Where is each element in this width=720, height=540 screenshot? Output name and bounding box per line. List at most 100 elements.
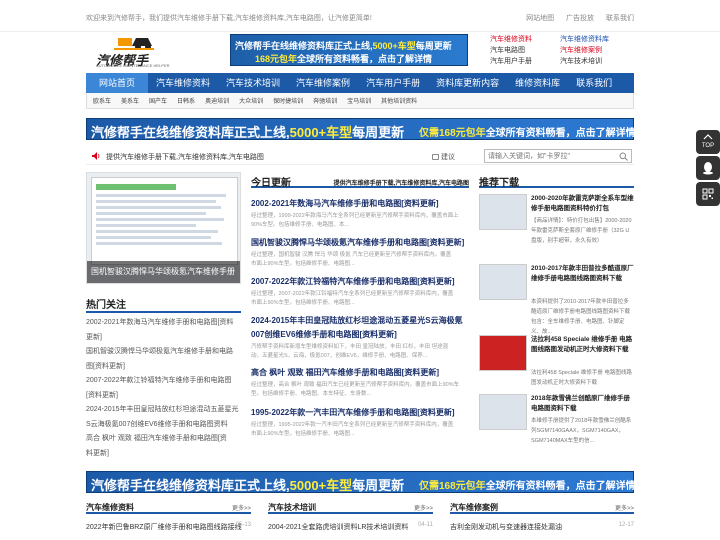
subnav-item[interactable]: 其他培训资料 [381,96,417,105]
article-desc: 经过整理，国机智骏 汉腾 悍马 华颂 极氪 汽车已经更新至汽修帮手资料库内。覆盖… [251,252,452,267]
nav-repair-data[interactable]: 汽车维修资料 [148,73,218,93]
notice-message: 提供汽车维修手册下载,汽车维修资料库,汽车电路图 [106,154,264,161]
bottom-item[interactable]: 吉利金刚发动机与变速器连接处漏油 12-17 [450,522,634,532]
bottom-item[interactable]: 2022年新巴鲁BRZ原厂维修手册和电路图线路接线 05-13 [86,522,251,532]
promo-banner-top[interactable]: 汽修帮手在线维修资料库正式上线,5000+车型每周更新 仅需168元包年全球所有… [86,118,636,140]
quick-link[interactable]: 汽车电路图 [490,45,532,56]
article-item[interactable]: 1995-2022年款一汽丰田汽车维修手册和电路图[资料更新] 经过整理，199… [251,407,469,439]
back-to-top-button[interactable]: TOP [696,130,720,154]
nav-cases[interactable]: 汽车维修案例 [288,73,358,93]
hot-item[interactable]: 2007-2022年款江铃福特汽车维修手册和电路图 [86,374,241,389]
qrcode-button[interactable] [696,182,720,206]
article-item[interactable]: 2024-2015年丰田皇冠陆放红杉坦途混动五菱星光S云海极氪 007创维EV6… [251,315,469,361]
article-title[interactable]: 2024-2015年丰田皇冠陆放红杉坦途混动五菱星光S云海极氪 [251,315,469,326]
sitemap-link[interactable]: 网站地图 [526,15,554,22]
hot-title: 热门关注 [86,300,126,311]
article-title[interactable]: 2007-2022年款江铃福特汽车维修手册和电路图[资料更新] [251,276,469,287]
bottom-col-title: 汽车维修资料 [86,503,134,512]
article-desc: 经过整理，高合 枫叶 观致 福田汽车已经更新至汽修帮手资料库内。覆盖市面上90%… [251,382,460,397]
article-title[interactable]: 高合 枫叶 观致 福田汽车维修手册和电路图[资料更新] [251,367,469,378]
nav-training[interactable]: 汽车技术培训 [218,73,288,93]
quick-link[interactable]: 汽车用户手册 [490,56,532,67]
today-title: 今日更新 [251,178,291,189]
article-item[interactable]: 高合 枫叶 观致 福田汽车维修手册和电路图[资料更新] 经过整理，高合 枫叶 观… [251,367,469,399]
recommend-item[interactable]: 法拉利458 Speciale 维修手册 电路图线路图发动机正时大修资料下载 法… [479,335,634,387]
article-item[interactable]: 2002-2021年数海马汽车维修手册和电路图[资料更新] 经过整理，1999-… [251,198,469,230]
hot-list: 2002-2021年数海马汽车维修手册和电路图[资料 更新] 国机智骏汉腾悍马华… [86,316,241,461]
hot-divider [86,311,241,313]
subnav-item[interactable]: 大众培训 [239,96,263,105]
nav-contact[interactable]: 联系我们 [568,73,620,93]
image-slider[interactable]: 国机智骏汉腾悍马华颂极氪汽车维修手册 [86,172,241,284]
nav-database[interactable]: 维修资料库 [507,73,568,93]
article-title[interactable]: 2002-2021年数海马汽车维修手册和电路图[资料更新] [251,198,469,209]
contact-link[interactable]: 联系我们 [606,15,634,22]
hot-item[interactable]: S云海极氪007创维EV6维修手册和电路图资料 [86,418,241,433]
quick-link[interactable]: 汽车维修资料库 [560,34,609,45]
today-tagline: 提供汽车维修手册下载,汽车维修资料库,汽车电路图 [333,181,469,187]
suggest-link[interactable]: 建议 [432,152,455,162]
article-item[interactable]: 国机智骏汉腾悍马华颂极氪汽车维修手册和电路图[资料更新] 经过整理，国机智骏 汉… [251,237,469,269]
subnav-item[interactable]: 奔驰培训 [313,96,337,105]
hot-item[interactable]: 更新] [86,331,241,346]
article-desc: 经过整理，2007-2022年款江铃福特汽车全系列已经更新至汽修帮手资料库内，覆… [251,291,454,306]
promo-banner-bottom[interactable]: 汽修帮手在线维修资料库正式上线,5000+车型每周更新 仅需168元包年全球所有… [86,471,636,493]
item-date: 05-13 [235,522,251,528]
search-box [484,149,632,163]
subnav-item[interactable]: 奥迪培训 [205,96,229,105]
qq-button[interactable] [696,156,720,180]
nav-updates[interactable]: 资料库更新内容 [428,73,507,93]
more-link[interactable]: 更多>> [414,503,433,512]
nav-manuals[interactable]: 汽车用户手册 [358,73,428,93]
recommend-item[interactable]: 2000-2020年款雷克萨斯全系车型维修手册电路图资料特价打包 【商品详情】：… [479,194,634,260]
quick-links-col1: 汽车维修资料 汽车电路图 汽车用户手册 [490,34,532,67]
search-icon[interactable] [619,152,628,161]
subnav-item[interactable]: 日韩系 [177,96,195,105]
more-link[interactable]: 更多>> [615,503,634,512]
hot-item[interactable]: 2002-2021年数海马汽车维修手册和电路图[资料 [86,316,241,331]
qrcode-icon [702,188,714,200]
logo-car-icon [114,38,154,50]
bottom-item[interactable]: 2004-2021全套路虎培训资料LR技术培训资料 04-11 [268,522,433,532]
recommend-item-desc: 【商品详情】：特价打包出售】2000-2020年款雷克萨斯全套原厂维修手册（32… [531,218,632,244]
article-item[interactable]: 2007-2022年款江铃福特汽车维修手册和电路图[资料更新] 经过整理，200… [251,276,469,308]
article-desc: 汽修帮手资料库新增车型维修资料如下，丰田 皇冠陆放，丰田 红杉，丰田 坦途混 动，… [251,344,449,359]
subnav-item[interactable]: 国产车 [149,96,167,105]
ads-link[interactable]: 广告投放 [566,15,594,22]
nav-home[interactable]: 网站首页 [86,73,149,93]
quick-link[interactable]: 汽车维修案例 [560,45,609,56]
hot-item[interactable]: 高合 枫叶 观致 福田汽车维修手册和电路图[资 [86,432,241,447]
qq-icon [703,162,713,175]
today-header: 今日更新 提供汽车维修手册下载,汽车维修资料库,汽车电路图 [251,172,469,189]
quick-link[interactable]: 汽车维修资料 [490,34,532,45]
article-title-line2[interactable]: 007创维EV6维修手册和电路图[资料更新] [251,329,469,340]
article-title[interactable]: 国机智骏汉腾悍马华颂极氪汽车维修手册和电路图[资料更新] [251,237,469,248]
hot-item[interactable]: 国机智骏汉腾悍马华颂极氪汽车维修手册和电路 [86,345,241,360]
subnav-item[interactable]: 保时捷培训 [273,96,303,105]
recommend-item[interactable]: 2018年款雪佛兰创酷原厂维修手册电路图资料下载 本维修手册提供了2018年款雪… [479,394,634,460]
article-desc: 经过整理，1999-2022年款海马汽车全系列已经更新至汽修帮手资料库内，覆盖市… [251,213,459,228]
suggest-icon [432,154,439,161]
hot-item[interactable]: [资料更新] [86,389,241,404]
hot-item[interactable]: 料更新] [86,447,241,462]
subnav-item[interactable]: 宝马培训 [347,96,371,105]
hot-item[interactable]: 图[资料更新] [86,360,241,375]
article-desc: 经过整理，1995-2022年款一汽丰田汽车全系列已经更新至汽修帮手资料库内，覆… [251,422,454,437]
recommend-item[interactable]: 2010-2017年款丰田普拉多酷道原厂维修手册电路图线路图资料下载 本资料提供… [479,264,634,335]
subnav-item[interactable]: 美系车 [121,96,139,105]
header-banner-line1: 汽修帮手在线维修资料库正式上线,5000+车型每周更新 [235,41,452,51]
article-title[interactable]: 1995-2022年款一汽丰田汽车维修手册和电路图[资料更新] [251,407,469,418]
logo-subtitle: AUTOMOBILE MAINTENANCE HELPER [96,63,170,68]
quick-link[interactable]: 汽车技术培训 [560,56,609,67]
hot-item[interactable]: 2024-2015年丰田皇冠陆放红杉坦途混动五菱星光 [86,403,241,418]
header-banner[interactable]: 汽修帮手在线维修资料库正式上线,5000+车型每周更新 168元包年全球所有资料… [230,34,468,66]
slider-image [91,177,238,265]
site-logo[interactable]: 汽修帮手 AUTOMOBILE MAINTENANCE HELPER [86,32,184,68]
promo-banner-subtitle: 仅需168元包年全球所有资料畅看，点击了解详情 [419,128,636,139]
search-input[interactable] [485,150,615,163]
slider-caption[interactable]: 国机智骏汉腾悍马华颂极氪汽车维修手册 [87,261,240,283]
more-link[interactable]: 更多>> [232,503,251,512]
recommend-item-desc: 法拉利458 Speciale 维修手册 电路图线路图发动机正时大修资料下载 [531,370,632,386]
top-bar: 欢迎来到汽修帮手，我们提供汽车维修手册下载,汽车维修资料库,汽车电路图，让汽修更… [0,0,720,32]
subnav-item[interactable]: 欧系车 [93,96,111,105]
